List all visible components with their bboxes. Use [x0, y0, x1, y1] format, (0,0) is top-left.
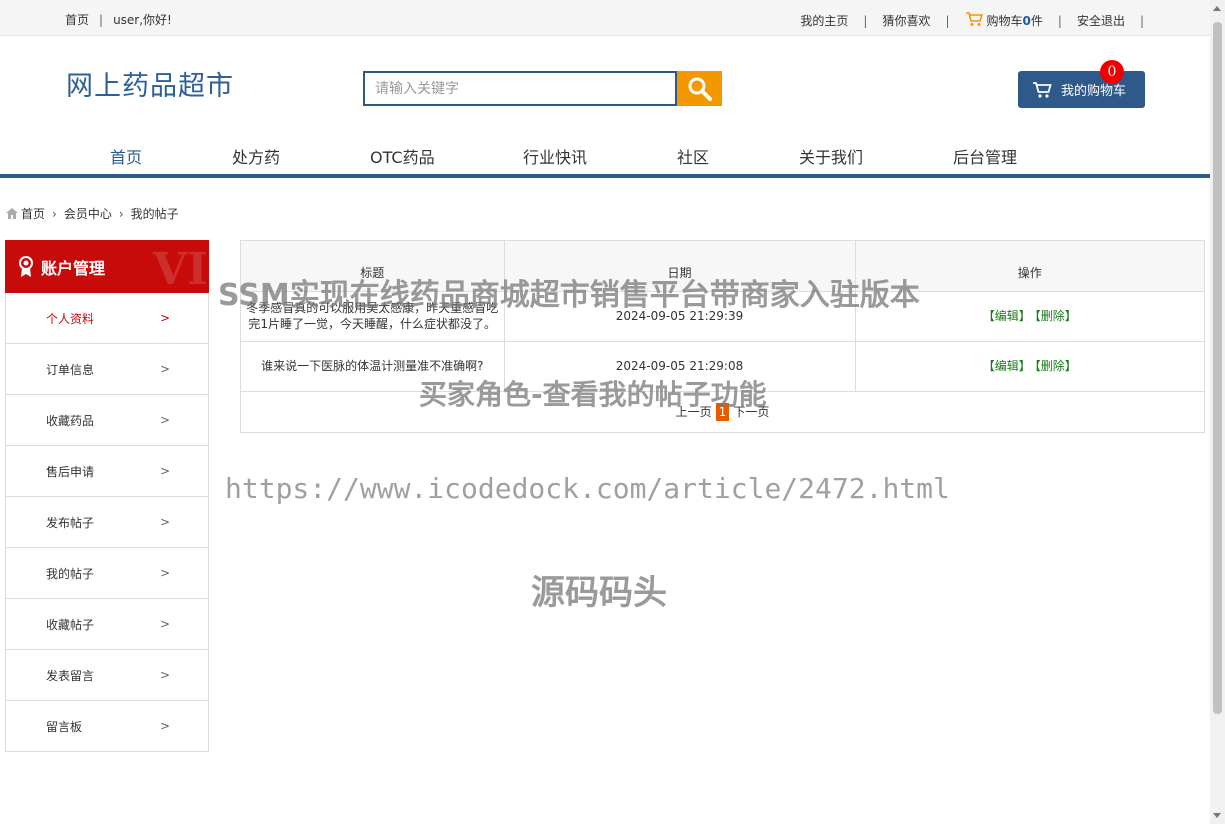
breadcrumb: 首页 › 会员中心 › 我的帖子	[6, 205, 179, 222]
scroll-down-arrow-icon[interactable]	[1213, 813, 1221, 818]
site-logo[interactable]: 网上药品超市	[66, 64, 234, 103]
chevron-right-icon: >	[159, 362, 170, 376]
divider: |	[1057, 13, 1062, 28]
sidebar-item-label: 发表留言	[46, 668, 95, 683]
top-bar-right: 我的主页 | 猜你喜欢 | 购物车0件 | 安全退出 |	[800, 11, 1144, 30]
watermark-subtitle: 买家角色-查看我的帖子功能	[419, 378, 767, 411]
sidebar-item-label: 留言板	[46, 719, 83, 734]
sidebar-item-profile[interactable]: 个人资料 >	[6, 293, 208, 344]
nav-item-admin[interactable]: 后台管理	[953, 144, 1017, 168]
sidebar-item-favorite-posts[interactable]: 收藏帖子 >	[6, 599, 208, 650]
sidebar-item-leave-message[interactable]: 发表留言 >	[6, 650, 208, 701]
account-sidebar: 账户管理 VIP 个人资料 > 订单信息 > 收藏药品 > 售后申请 > 发布帖子 > 我…	[5, 240, 209, 752]
sidebar-item-label: 订单信息	[46, 362, 95, 377]
search-button[interactable]	[677, 71, 722, 106]
delete-link[interactable]: 【删除】	[1035, 359, 1077, 373]
medal-icon	[19, 255, 33, 277]
search-icon	[688, 77, 712, 101]
watermark-brand: 源码码头	[531, 573, 667, 613]
breadcrumb-member-center[interactable]: 会员中心	[64, 205, 112, 222]
nav-item-community[interactable]: 社区	[677, 144, 709, 168]
sidebar-item-label: 收藏帖子	[46, 617, 95, 632]
sidebar-item-favorite-drugs[interactable]: 收藏药品 >	[6, 395, 208, 446]
search-input[interactable]	[363, 71, 677, 106]
top-cart-label: 购物车	[986, 14, 1023, 28]
scroll-up-arrow-icon[interactable]	[1213, 6, 1221, 11]
sidebar-item-label: 发布帖子	[46, 515, 95, 530]
divider: |	[99, 13, 104, 27]
scrollbar-thumb[interactable]	[1213, 22, 1222, 714]
main-nav: 首页 处方药 OTC药品 行业快讯 社区 关于我们 后台管理	[0, 138, 1210, 178]
logout-link[interactable]: 安全退出	[1077, 12, 1125, 29]
top-cart-link[interactable]: 购物车0件	[987, 12, 1043, 29]
cart-icon	[965, 11, 983, 30]
top-cart-unit: 件	[1030, 14, 1043, 28]
user-greeting: user,你好!	[113, 13, 172, 27]
sidebar-item-after-sales[interactable]: 售后申请 >	[6, 446, 208, 497]
chevron-right-icon: ›	[118, 206, 124, 221]
chevron-right-icon: >	[159, 617, 170, 631]
vip-watermark: VIP	[153, 244, 209, 293]
sidebar-item-label: 收藏药品	[46, 413, 95, 428]
top-bar: 首页 | user,你好! 我的主页 | 猜你喜欢 | 购物车0件 | 安全退出 |	[0, 0, 1210, 36]
sidebar-item-label: 售后申请	[46, 464, 95, 479]
nav-item-otc[interactable]: OTC药品	[370, 144, 435, 168]
vertical-scrollbar[interactable]	[1210, 0, 1225, 824]
nav-item-home[interactable]: 首页	[110, 144, 142, 168]
top-bar-left: 首页 | user,你好!	[65, 11, 172, 28]
my-home-link[interactable]: 我的主页	[800, 12, 848, 29]
chevron-right-icon: >	[159, 311, 170, 325]
sidebar-header: 账户管理 VIP	[5, 240, 209, 293]
sidebar-item-label: 个人资料	[46, 311, 95, 326]
watermark-title: SSM实现在线药品商城超市销售平台带商家入驻版本	[218, 278, 920, 313]
sidebar-item-orders[interactable]: 订单信息 >	[6, 344, 208, 395]
chevron-right-icon: >	[159, 515, 170, 529]
chevron-right-icon: >	[159, 464, 170, 478]
nav-item-prescription[interactable]: 处方药	[232, 144, 280, 168]
nav-item-news[interactable]: 行业快讯	[523, 144, 587, 168]
chevron-right-icon: >	[159, 413, 170, 427]
home-icon	[6, 208, 18, 219]
sidebar-item-my-posts[interactable]: 我的帖子 >	[6, 548, 208, 599]
chevron-right-icon: >	[159, 668, 170, 682]
divider: |	[1139, 13, 1144, 28]
sidebar-title: 账户管理	[41, 258, 106, 278]
cart-icon	[1033, 81, 1052, 98]
chevron-right-icon: >	[159, 566, 170, 580]
breadcrumb-home[interactable]: 首页	[21, 205, 45, 222]
sidebar-item-label: 我的帖子	[46, 566, 95, 581]
edit-link[interactable]: 【编辑】	[983, 309, 1031, 323]
cart-count-badge: 0	[1100, 60, 1124, 84]
sidebar-menu: 个人资料 > 订单信息 > 收藏药品 > 售后申请 > 发布帖子 > 我的帖子 > 收藏帖子…	[5, 293, 209, 752]
divider: |	[863, 13, 868, 28]
sidebar-item-publish-post[interactable]: 发布帖子 >	[6, 497, 208, 548]
edit-link[interactable]: 【编辑】	[983, 359, 1031, 373]
search-bar	[363, 71, 722, 106]
post-actions: 【编辑】 【删除】	[855, 341, 1204, 392]
breadcrumb-current: 我的帖子	[130, 207, 179, 221]
my-cart-button[interactable]: 我的购物车 0	[1018, 60, 1145, 108]
top-home-link[interactable]: 首页	[65, 13, 89, 27]
top-cart-count: 0	[1022, 14, 1031, 28]
nav-item-about[interactable]: 关于我们	[799, 144, 863, 168]
chevron-right-icon: >	[159, 719, 170, 733]
guess-you-like-link[interactable]: 猜你喜欢	[882, 12, 930, 29]
divider: |	[945, 13, 950, 28]
watermark-url: https://www.icodedock.com/article/2472.h…	[225, 472, 950, 505]
delete-link[interactable]: 【删除】	[1035, 309, 1077, 323]
chevron-right-icon: ›	[52, 206, 57, 221]
sidebar-item-message-board[interactable]: 留言板 >	[6, 701, 208, 752]
